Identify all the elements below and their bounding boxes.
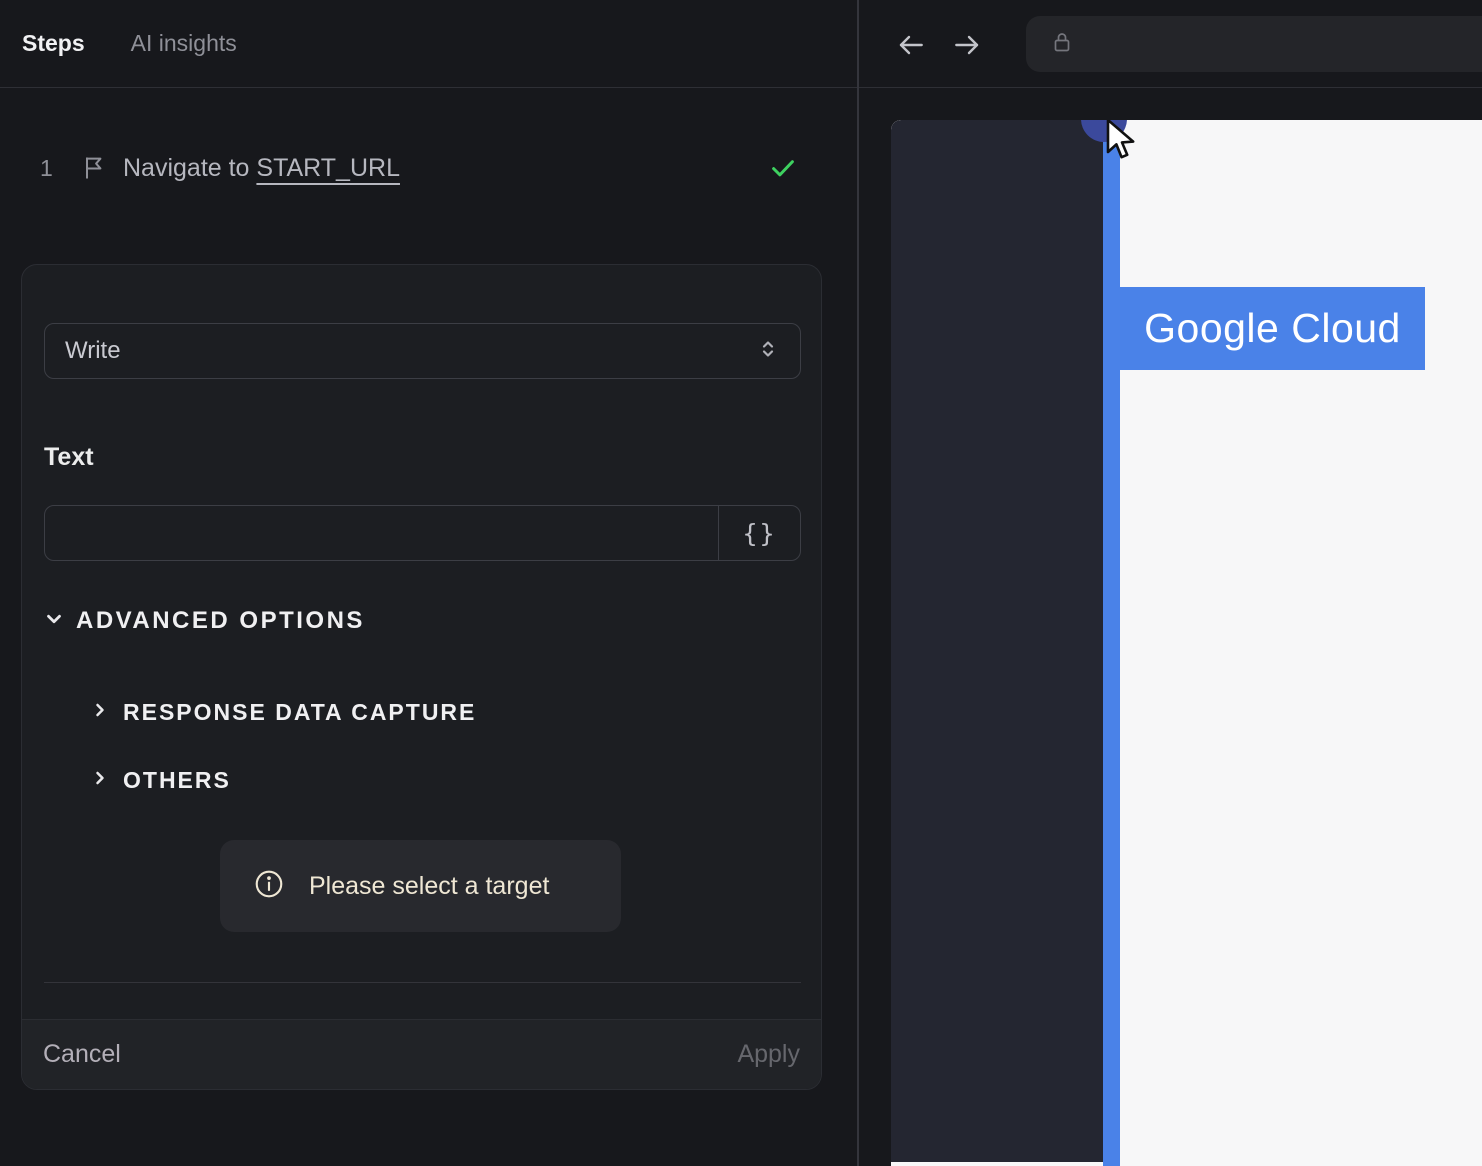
- advanced-options-toggle[interactable]: ADVANCED OPTIONS: [43, 607, 365, 635]
- flag-icon: [80, 154, 108, 187]
- action-select[interactable]: Write: [44, 323, 801, 379]
- page-dark-sidebar: [891, 120, 1103, 1162]
- action-select-value: Write: [65, 337, 121, 364]
- others-toggle[interactable]: OTHERS: [90, 767, 231, 794]
- google-cloud-banner[interactable]: Google Cloud: [1120, 287, 1425, 370]
- panel-tabs: Steps AI insights: [0, 0, 857, 88]
- browser-toolbar: [859, 0, 1482, 88]
- others-label: OTHERS: [123, 767, 231, 793]
- google-cloud-banner-text: Google Cloud: [1144, 305, 1401, 351]
- tab-ai-insights[interactable]: AI insights: [131, 30, 237, 57]
- start-url-link[interactable]: START_URL: [256, 154, 400, 182]
- notice-text: Please select a target: [309, 871, 550, 900]
- chevron-right-icon: [90, 768, 110, 793]
- page-accent-stripe: [1103, 120, 1120, 1166]
- back-arrow-icon[interactable]: [895, 29, 927, 66]
- response-data-capture-toggle[interactable]: RESPONSE DATA CAPTURE: [90, 699, 476, 726]
- response-data-capture-label: RESPONSE DATA CAPTURE: [123, 699, 477, 725]
- step-editor-card: Write Text {} ADVANCED OPTIONS RESPONSE …: [21, 264, 822, 1090]
- steps-panel: Steps AI insights 1 Navigate to START_UR…: [0, 0, 857, 1166]
- cancel-button[interactable]: Cancel: [43, 1040, 121, 1069]
- url-bar[interactable]: [1026, 16, 1482, 72]
- chevron-right-icon: [90, 700, 110, 725]
- footer-divider: [44, 982, 801, 983]
- apply-button[interactable]: Apply: [737, 1040, 800, 1069]
- step-index: 1: [40, 154, 53, 181]
- tab-steps[interactable]: Steps: [22, 30, 85, 57]
- mouse-cursor: [1102, 120, 1142, 167]
- info-icon: [253, 868, 285, 905]
- select-target-notice: Please select a target: [220, 840, 621, 932]
- url-input[interactable]: [1088, 31, 1482, 57]
- step-row[interactable]: 1 Navigate to START_URL: [0, 140, 857, 196]
- forward-arrow-icon[interactable]: [951, 29, 983, 66]
- unfold-icon: [756, 337, 780, 366]
- browser-viewport: Google Cloud: [891, 120, 1482, 1166]
- text-field-label: Text: [44, 443, 94, 471]
- check-icon: [768, 153, 798, 188]
- lock-icon: [1050, 30, 1074, 59]
- text-input[interactable]: [45, 506, 718, 560]
- editor-footer: Cancel Apply: [22, 1019, 821, 1089]
- text-input-group: {}: [44, 505, 801, 561]
- chevron-down-icon: [43, 608, 65, 635]
- insert-variable-button[interactable]: {}: [718, 506, 800, 560]
- app-window: Steps AI insights 1 Navigate to START_UR…: [0, 0, 1482, 1166]
- advanced-options-label: ADVANCED OPTIONS: [76, 607, 365, 634]
- step-title: Navigate to START_URL: [123, 153, 400, 182]
- browser-panel: Google Cloud: [859, 0, 1482, 1166]
